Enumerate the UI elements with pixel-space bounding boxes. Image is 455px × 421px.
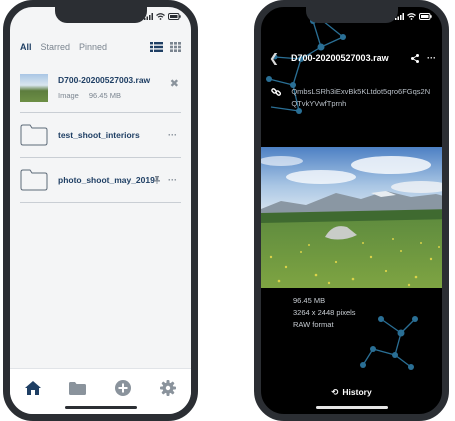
- row-actions: ···: [168, 130, 177, 140]
- file-info: D700-20200527003.raw Image 96.45 MB: [58, 75, 150, 100]
- detail-format: RAW format: [293, 320, 334, 329]
- filter-tabs: All Starred Pinned: [20, 35, 181, 59]
- image-thumbnail: [20, 73, 48, 102]
- home-indicator: [64, 406, 137, 409]
- gear-icon[interactable]: [157, 377, 179, 399]
- back-arrow-icon[interactable]: ❮: [269, 51, 285, 65]
- content-id[interactable]: QmbsLSRh3iExvBk5KLtdot5qro6FGqs2NQTvkYVw…: [291, 86, 434, 110]
- tab-pinned[interactable]: Pinned: [79, 42, 107, 52]
- file-meta: Image 96.45 MB: [58, 91, 150, 100]
- history-label: History: [342, 387, 372, 397]
- phone-right: ❮ D700-20200527003.raw ··· QmbsLSRh3iExv…: [254, 0, 449, 421]
- header-actions: ···: [411, 53, 436, 63]
- detail-header: ❮ D700-20200527003.raw ···: [269, 51, 436, 65]
- status-bar: [144, 13, 181, 20]
- battery-icon: [419, 13, 432, 20]
- row-actions: ···: [154, 175, 177, 185]
- file-name: D700-20200527003.raw: [58, 75, 151, 85]
- pin-icon[interactable]: [154, 176, 160, 184]
- file-list: D700-20200527003.raw Image 96.45 MB ✖ tes…: [20, 63, 181, 203]
- signal-icon: [144, 13, 153, 20]
- share-icon[interactable]: [411, 53, 419, 63]
- file-title: D700-20200527003.raw: [291, 53, 389, 63]
- folder-name: test_shoot_interiors: [58, 130, 140, 140]
- tab-starred[interactable]: Starred: [41, 42, 71, 52]
- history-button[interactable]: ⟲ History: [261, 387, 442, 398]
- tab-all[interactable]: All: [20, 42, 32, 52]
- status-bar: [395, 13, 432, 20]
- detail-dimensions: 3264 x 2448 pixels: [293, 308, 356, 317]
- folder-name: photo_shoot_may_2019: [58, 175, 155, 185]
- folder-icon[interactable]: [67, 377, 89, 399]
- more-options-icon[interactable]: ···: [168, 130, 177, 140]
- add-circle-icon[interactable]: [112, 377, 134, 399]
- file-details: 96.45 MB 3264 x 2448 pixels RAW format: [293, 295, 356, 331]
- more-options-icon[interactable]: ···: [168, 175, 177, 185]
- cid-row: QmbsLSRh3iExvBk5KLtdot5qro6FGqs2NQTvkYVw…: [271, 86, 434, 110]
- folder-icon: [20, 169, 48, 191]
- detail-size: 96.45 MB: [293, 296, 326, 305]
- phone-left: All Starred Pinned D700-20200527003.raw …: [3, 0, 198, 421]
- folder-row[interactable]: test_shoot_interiors ···: [20, 113, 181, 158]
- more-options-icon[interactable]: ···: [427, 53, 436, 63]
- home-indicator: [315, 406, 388, 409]
- wifi-icon: [407, 13, 416, 20]
- close-icon[interactable]: ✖: [170, 77, 179, 90]
- wifi-icon: [156, 13, 165, 20]
- list-view-icon[interactable]: [150, 42, 163, 52]
- signal-icon: [395, 13, 404, 20]
- image-preview[interactable]: [261, 147, 442, 288]
- file-size: 96.45 MB: [88, 91, 121, 100]
- notch: [305, 7, 398, 23]
- landscape-photo: [261, 147, 442, 288]
- home-icon[interactable]: [22, 377, 44, 399]
- file-row-image[interactable]: D700-20200527003.raw Image 96.45 MB ✖: [20, 63, 181, 113]
- notch: [54, 7, 147, 23]
- link-icon[interactable]: [271, 86, 282, 98]
- file-kind: Image: [58, 91, 79, 100]
- view-toggles: [150, 42, 181, 52]
- history-icon: ⟲: [331, 387, 339, 397]
- folder-icon: [20, 124, 48, 146]
- folder-row[interactable]: photo_shoot_may_2019 ···: [20, 158, 181, 203]
- grid-view-icon[interactable]: [170, 42, 181, 52]
- battery-icon: [168, 13, 181, 20]
